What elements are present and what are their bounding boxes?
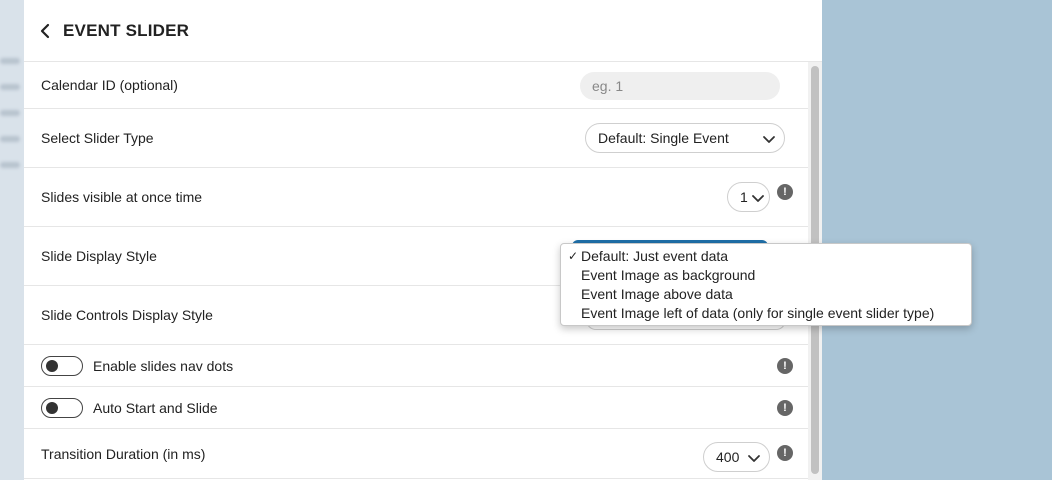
dropdown-option[interactable]: Event Image as background (561, 266, 971, 285)
row-slides-visible: Slides visible at once time 1 ! (24, 168, 808, 227)
settings-panel: EVENT SLIDER Calendar ID (optional) Sele… (24, 0, 822, 480)
row-nav-dots: Enable slides nav dots ! (24, 345, 808, 387)
auto-start-toggle[interactable] (41, 397, 83, 418)
backdrop-page (0, 0, 24, 480)
info-icon[interactable]: ! (777, 445, 793, 461)
transition-duration-label: Transition Duration (in ms) (41, 445, 206, 462)
row-slider-type: Select Slider Type Default: Single Event (24, 109, 808, 168)
info-icon[interactable]: ! (777, 184, 793, 200)
back-button[interactable] (36, 22, 54, 40)
slider-type-select[interactable]: Default: Single Event (585, 123, 785, 153)
toggle-knob (46, 359, 58, 372)
dropdown-option[interactable]: Event Image left of data (only for singl… (561, 304, 971, 323)
slider-type-value: Default: Single Event (598, 130, 729, 146)
panel-header: EVENT SLIDER (24, 0, 822, 62)
slider-type-label: Select Slider Type (41, 130, 154, 146)
display-style-label: Slide Display Style (41, 248, 157, 264)
dropdown-option[interactable]: Event Image above data (561, 285, 971, 304)
backdrop-blur (0, 162, 20, 168)
row-auto-start: Auto Start and Slide ! (24, 387, 808, 429)
chevron-down-icon (752, 195, 764, 202)
nav-dots-label: Enable slides nav dots (93, 357, 234, 374)
option-label: Event Image left of data (only for singl… (581, 305, 935, 321)
nav-dots-toggle[interactable] (41, 355, 83, 376)
auto-start-label: Auto Start and Slide (93, 399, 218, 416)
slides-visible-select[interactable]: 1 (727, 182, 770, 212)
row-transition-duration: Transition Duration (in ms) 400 ! (24, 429, 808, 479)
info-icon[interactable]: ! (777, 400, 793, 416)
toggle-knob (46, 401, 58, 414)
check-icon: ✓ (568, 249, 579, 263)
chevron-down-icon (763, 136, 775, 143)
chevron-left-icon (40, 23, 50, 38)
calendar-id-label: Calendar ID (optional) (41, 77, 178, 93)
display-style-dropdown: ✓ Default: Just event data Event Image a… (560, 243, 972, 326)
controls-style-label: Slide Controls Display Style (41, 307, 213, 323)
transition-duration-select[interactable]: 400 (703, 442, 770, 472)
row-calendar-id: Calendar ID (optional) (24, 62, 808, 109)
panel-title: EVENT SLIDER (63, 20, 190, 40)
backdrop-blur (0, 84, 20, 90)
slides-visible-label: Slides visible at once time (41, 189, 203, 205)
option-label: Default: Just event data (581, 248, 729, 264)
transition-duration-value: 400 (716, 449, 740, 465)
info-icon[interactable]: ! (777, 358, 793, 374)
option-label: Event Image as background (581, 267, 756, 283)
backdrop-blur (0, 58, 20, 64)
dropdown-option[interactable]: ✓ Default: Just event data (561, 247, 971, 266)
chevron-down-icon (748, 455, 760, 462)
slides-visible-value: 1 (740, 189, 748, 205)
calendar-id-input[interactable] (580, 72, 780, 100)
option-label: Event Image above data (581, 286, 733, 302)
backdrop-blur (0, 110, 20, 116)
backdrop-blur (0, 136, 20, 142)
